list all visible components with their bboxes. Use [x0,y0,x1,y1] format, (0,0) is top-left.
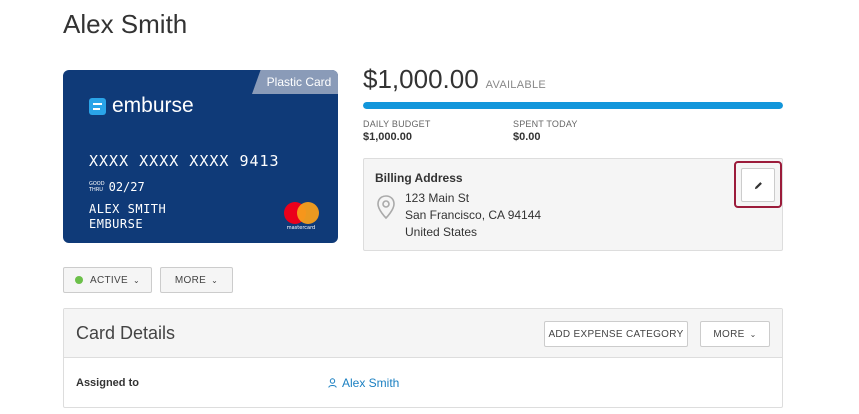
spent-today-label: SPENT TODAY [513,119,578,129]
address-line-1: 123 Main St [405,191,470,205]
card-details-title: Card Details [76,323,176,343]
more-dropdown-button[interactable]: MORE ⌄ [160,267,233,293]
available-balance: $1,000.00 AVAILABLE [363,64,546,95]
chevron-down-icon: ⌄ [132,275,140,285]
balance-label: AVAILABLE [485,79,547,91]
card-expiry: GOOD THRU 02/27 [89,180,145,194]
billing-address-title: Billing Address [375,171,463,185]
card-number: XXXX XXXX XXXX 9413 [89,152,280,170]
address-line-3: United States [405,225,478,239]
mastercard-logo-icon: mastercard [280,200,322,234]
page-title: Alex Smith [63,9,188,39]
card-brand-logo: emburse [89,94,194,118]
add-expense-category-button[interactable]: ADD EXPENSE CATEGORY [544,321,688,347]
billing-address-panel: Billing Address 123 Main St San Francisc… [363,158,783,251]
status-label: ACTIVE [90,274,128,286]
daily-budget-stat: DAILY BUDGET $1,000.00 [363,119,431,143]
good-thru-label: GOOD THRU [89,181,105,193]
status-active-indicator [75,276,84,284]
edit-billing-address-button[interactable] [741,168,775,202]
budget-progress-bar [363,102,783,109]
card-details-panel: Card Details ADD EXPENSE CATEGORY MORE ⌄… [63,308,783,408]
balance-amount: $1,000.00 [363,64,479,94]
address-line-2: San Francisco, CA 94144 [405,208,542,222]
card-holder-company: EMBURSE [89,217,144,231]
chevron-down-icon: ⌄ [211,275,219,285]
budget-progress-fill [363,102,783,109]
plastic-card: Plastic Card emburse XXXX XXXX XXXX 9413… [63,70,338,243]
daily-budget-label: DAILY BUDGET [363,119,431,129]
spent-today-value: $0.00 [513,131,541,143]
emburse-logo-icon [89,97,106,115]
more-label: MORE [174,274,207,286]
details-more-button[interactable]: MORE ⌄ [700,321,770,347]
location-pin-icon [377,195,395,220]
expiry-date: 02/27 [108,180,145,194]
pencil-icon [754,181,762,189]
card-type-tab: Plastic Card [252,70,338,94]
card-details-header: Card Details ADD EXPENSE CATEGORY MORE ⌄ [64,309,782,358]
card-holder-name: ALEX SMITH [89,202,167,216]
chevron-down-icon: ⌄ [749,329,757,339]
billing-address: 123 Main St San Francisco, CA 94144 Unit… [405,190,541,241]
user-icon [328,378,337,388]
assigned-user-link[interactable]: Alex Smith [328,376,399,390]
card-brand-name: emburse [112,94,194,117]
card-holder: ALEX SMITH EMBURSE [89,202,166,232]
spent-today-stat: SPENT TODAY $0.00 [513,119,578,143]
assigned-to-label: Assigned to [76,377,139,389]
daily-budget-value: $1,000.00 [363,131,412,143]
status-dropdown-button[interactable]: ACTIVE ⌄ [63,267,152,293]
